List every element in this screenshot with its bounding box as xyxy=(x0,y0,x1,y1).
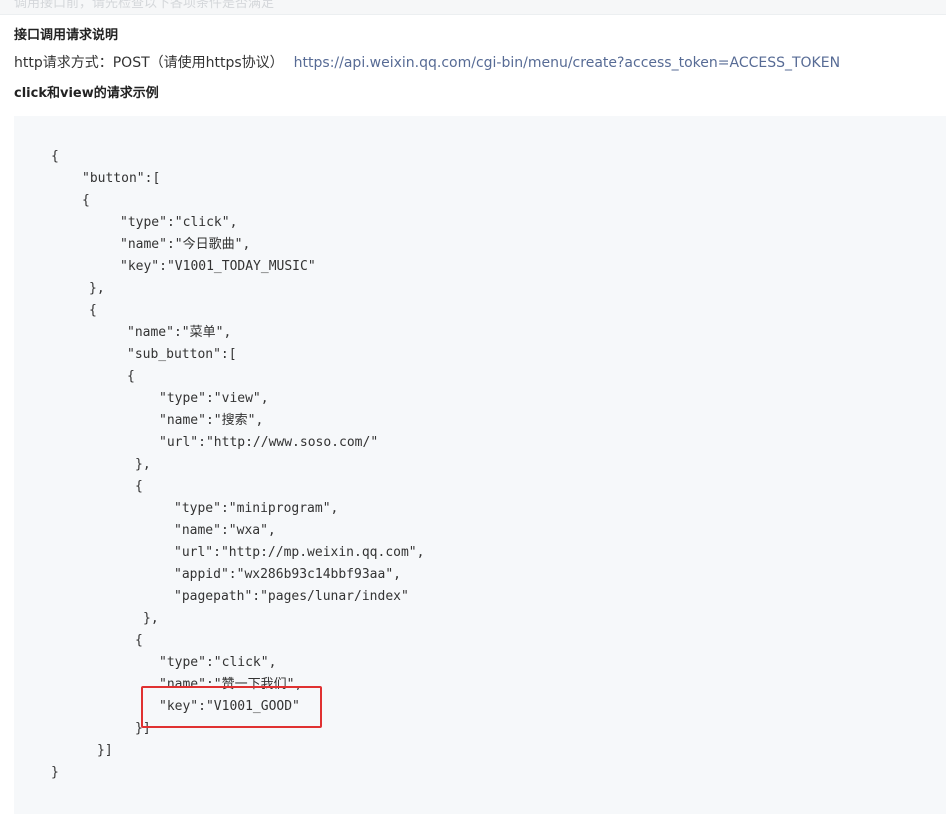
code-line: }, xyxy=(143,611,159,626)
code-line: { xyxy=(135,633,143,648)
code-line: } xyxy=(51,765,59,780)
code-line: "url":"http://www.soso.com/" xyxy=(159,435,379,450)
code-line: }, xyxy=(89,281,105,296)
code-line: "type":"click", xyxy=(159,655,277,670)
code-line: { xyxy=(82,193,90,208)
code-line: }, xyxy=(135,457,151,472)
code-line: "pagepath":"pages/lunar/index" xyxy=(174,589,409,604)
code-line: }] xyxy=(97,743,113,758)
code-line: "sub_button":[ xyxy=(127,347,237,362)
highlight-annotation-box xyxy=(141,686,322,728)
code-line: { xyxy=(127,369,135,384)
request-method-label: http请求方式：POST（请使用https协议） xyxy=(14,55,284,71)
code-line: "name":"今日歌曲", xyxy=(120,237,251,252)
code-line: "name":"菜单", xyxy=(127,325,232,340)
request-method-line: http请求方式：POST（请使用https协议） https://api.wei… xyxy=(14,52,840,72)
code-line: "name":"wxa", xyxy=(174,523,276,538)
code-line: "name":"搜索", xyxy=(159,413,264,428)
code-line: "button":[ xyxy=(82,171,161,186)
code-line: { xyxy=(51,149,59,164)
top-bar: 调用接口前，请先检查以下各项条件是否满足 xyxy=(0,0,946,15)
code-line: "url":"http://mp.weixin.qq.com", xyxy=(174,545,425,560)
code-line: "type":"miniprogram", xyxy=(174,501,339,516)
top-bar-faded-text: 调用接口前，请先检查以下各项条件是否满足 xyxy=(14,0,275,11)
code-line: { xyxy=(135,479,143,494)
code-line: "type":"view", xyxy=(159,391,269,406)
interface-request-heading: 接口调用请求说明 xyxy=(14,28,119,43)
code-line: { xyxy=(89,303,97,318)
code-line: "type":"click", xyxy=(120,215,238,230)
code-line: "appid":"wx286b93c14bbf93aa", xyxy=(174,567,401,582)
api-url-link[interactable]: https://api.weixin.qq.com/cgi-bin/menu/c… xyxy=(294,55,840,71)
code-line: "key":"V1001_TODAY_MUSIC" xyxy=(120,259,316,274)
request-example-heading: click和view的请求示例 xyxy=(14,86,159,101)
